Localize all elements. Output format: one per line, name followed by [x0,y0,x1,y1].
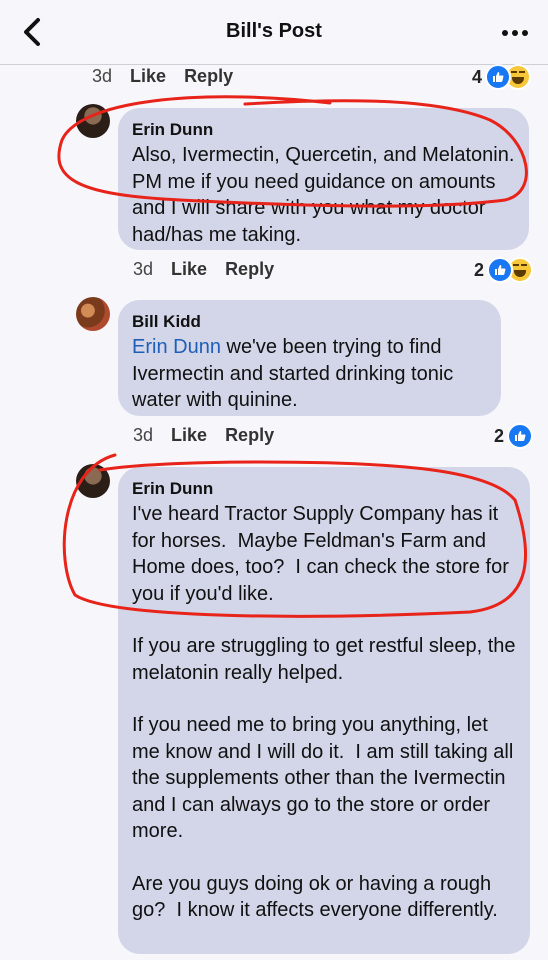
like-icon [487,257,514,283]
page-title: Bill's Post [226,20,322,42]
top-bar: Bill's Post [0,0,548,65]
comment-text: Also, Ivermectin, Quercetin, and Melaton… [132,144,526,246]
avatar[interactable] [76,104,110,138]
comment-author[interactable]: Erin Dunn [132,479,516,499]
more-options-icon[interactable] [502,30,528,36]
comment-paragraph: If you are struggling to get restful sle… [132,635,522,684]
comment-paragraph: If you need me to bring you anything, le… [132,714,519,842]
comment-text: Erin Dunn we've been trying to find Iver… [132,334,487,414]
reaction-count: 4 [472,66,483,87]
comment-time: 3d [133,259,154,279]
comment-bubble: Erin Dunn I've heard Tractor Supply Comp… [118,467,530,954]
reaction-summary[interactable]: 2 [474,257,534,283]
reply-link[interactable]: Reply [225,425,274,445]
reaction-count: 2 [494,425,505,446]
like-link[interactable]: Like [171,425,207,445]
avatar[interactable] [76,464,110,498]
mention-link[interactable]: Erin Dunn [132,336,221,358]
like-icon [507,423,534,449]
reaction-summary[interactable]: 4 [472,64,532,90]
avatar[interactable] [76,297,110,331]
comment-meta-row: 3d Like Reply [133,259,274,280]
comment-bubble: Bill Kidd Erin Dunn we've been trying to… [118,300,501,416]
comment-paragraph: Are you guys doing ok or having a rough … [132,872,498,922]
comment-meta-row: 3d Like Reply [92,66,233,87]
comment-author[interactable]: Bill Kidd [132,312,487,332]
comment-author[interactable]: Erin Dunn [132,120,515,140]
comment-time: 3d [133,425,154,445]
comment-paragraph: I've heard Tractor Supply Company has it… [132,503,515,605]
comment-time: 3d [92,66,113,86]
like-link[interactable]: Like [171,259,207,279]
comment-meta-row: 3d Like Reply [133,425,274,446]
reply-link[interactable]: Reply [225,259,274,279]
reaction-count: 2 [474,259,485,280]
reply-link[interactable]: Reply [184,66,233,86]
like-link[interactable]: Like [130,66,166,86]
like-icon [485,64,512,90]
reaction-summary[interactable]: 2 [494,423,534,449]
comment-bubble: Erin Dunn Also, Ivermectin, Quercetin, a… [118,108,529,250]
